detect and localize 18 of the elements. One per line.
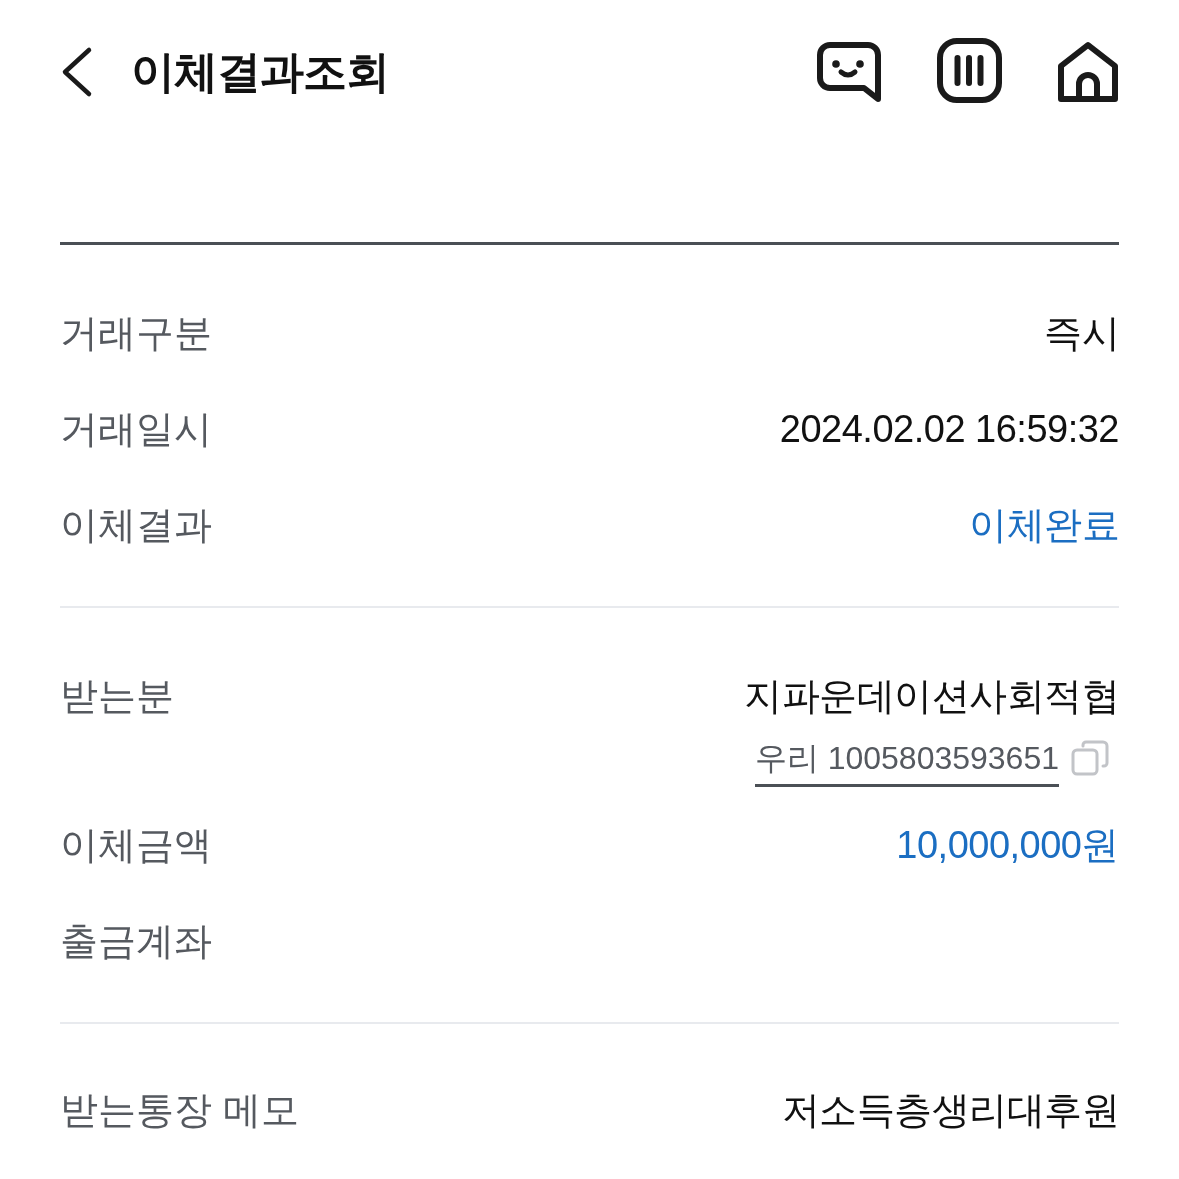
page-title: 이체결과조회 <box>131 46 389 98</box>
account-link[interactable]: 우리 1005803593651 <box>754 738 1059 787</box>
row-label: 받는분 <box>60 674 174 719</box>
row-label: 출금계좌 <box>60 919 212 964</box>
row-label: 이체결과 <box>60 503 212 548</box>
row-label: 이체금액 <box>60 823 212 868</box>
row-value: 10,000,000원 <box>896 823 1119 868</box>
row-label: 받는통장 메모 <box>60 1088 299 1133</box>
row-value: 이체완료 <box>969 503 1119 548</box>
row-value: 2024.02.02 16:59:32 <box>779 407 1119 452</box>
home-icon[interactable] <box>1057 41 1119 103</box>
row-value: 즉시 <box>1044 311 1119 356</box>
chat-bubble-icon[interactable] <box>816 40 882 104</box>
row-value: 지파운데이션사회적협 <box>744 674 1119 719</box>
row-label: 거래구분 <box>60 311 212 356</box>
row-value: 저소득층생리대후원 <box>781 1088 1119 1133</box>
bars-square-icon[interactable] <box>937 37 1002 103</box>
row-label: 거래일시 <box>60 407 212 452</box>
